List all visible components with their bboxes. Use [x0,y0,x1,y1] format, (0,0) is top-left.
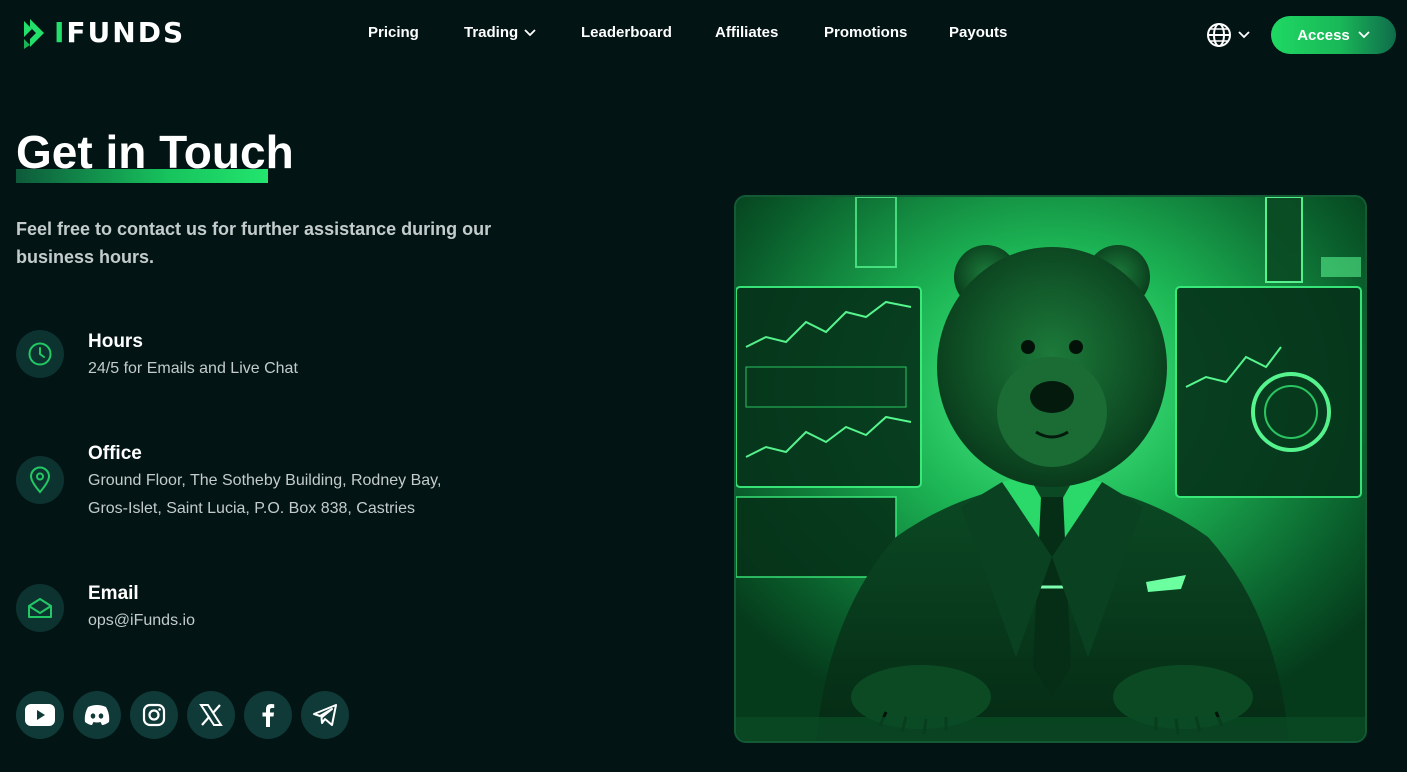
language-selector[interactable] [1206,22,1250,48]
email-label: Email [88,583,139,604]
nav-item-leaderboard[interactable]: Leaderboard [581,24,672,41]
page-title: Get in Touch [16,126,294,178]
clock-icon [16,330,64,378]
bear-trader-artwork [736,197,1365,741]
facebook-icon[interactable] [244,691,292,739]
instagram-icon[interactable] [130,691,178,739]
chevron-down-icon [1238,31,1250,39]
nav-item-promotions[interactable]: Promotions [824,24,907,41]
nav-item-affiliates[interactable]: Affiliates [715,24,778,41]
chevron-down-icon [524,28,536,36]
access-button[interactable]: Access [1271,16,1396,54]
nav-item-pricing[interactable]: Pricing [368,24,419,41]
nav-item-payouts[interactable]: Payouts [949,24,1007,41]
youtube-icon[interactable] [16,691,64,739]
envelope-icon [16,584,64,632]
globe-icon [1207,23,1231,47]
office-address-line2: Gros-Islet, Saint Lucia, P.O. Box 838, C… [88,500,415,517]
top-navigation: IFUNDS Pricing Trading Leaderboard Affil… [0,0,1407,70]
x-icon[interactable] [187,691,235,739]
chevron-down-icon [1358,31,1370,39]
left-monitors [736,286,922,578]
location-pin-icon [16,456,64,504]
email-link[interactable]: ops@iFunds.io [88,607,528,635]
nav-item-trading[interactable]: Trading [464,24,536,41]
bear-trader-illustration [734,195,1367,743]
hours-text: 24/5 for Emails and Live Chat [88,360,298,377]
office-address-line1: Ground Floor, The Sotheby Building, Rodn… [88,472,442,489]
main-menu: Pricing Trading Leaderboard Affiliates P… [0,24,1407,46]
social-links [16,691,349,739]
intro-text: Feel free to contact us for further assi… [16,219,492,267]
office-label: Office [88,443,142,464]
hours-label: Hours [88,331,143,352]
discord-icon[interactable] [73,691,121,739]
telegram-icon[interactable] [301,691,349,739]
